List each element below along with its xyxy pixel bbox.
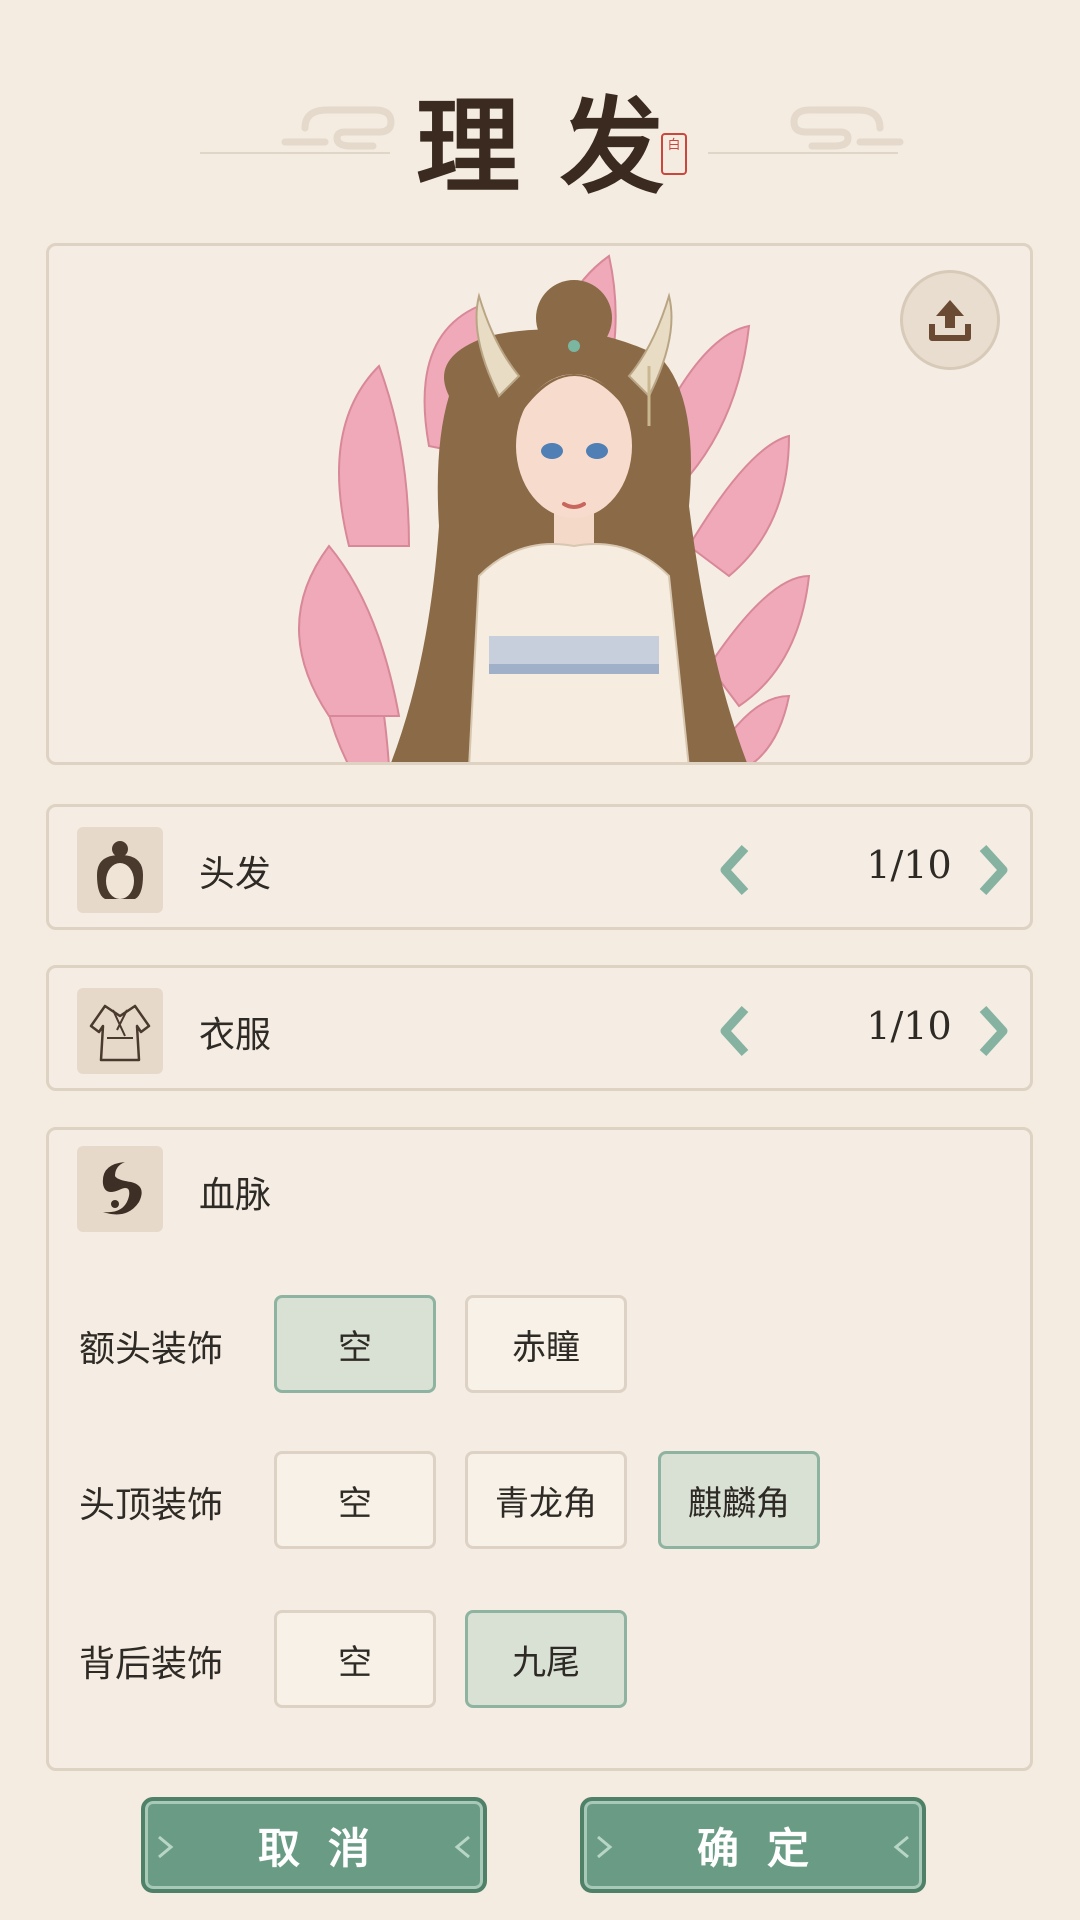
back-label: 背后装饰	[79, 1644, 224, 1685]
robe-icon	[77, 988, 163, 1074]
chevron-left-deco-icon	[454, 1835, 470, 1859]
forehead-option-red-eyes[interactable]: 赤瞳	[465, 1295, 627, 1393]
back-option-nine-tails[interactable]: 九尾	[465, 1610, 627, 1708]
character-preview	[46, 243, 1033, 765]
chevron-left-icon	[720, 1005, 749, 1057]
clothes-next-button[interactable]	[969, 996, 1019, 1066]
crown-label: 头顶装饰	[79, 1485, 224, 1526]
bloodline-panel: 血脉 额头装饰 空 赤瞳 头顶装饰 空 青龙角 麒麟角 背后装饰 空 九尾	[46, 1127, 1033, 1771]
forehead-option-none[interactable]: 空	[274, 1295, 436, 1393]
crown-option-none[interactable]: 空	[274, 1451, 436, 1549]
hair-selector-row: 头发 1/10	[46, 804, 1033, 930]
confirm-label: 确定	[696, 1823, 837, 1873]
cancel-button[interactable]: 取消	[141, 1797, 487, 1893]
chevron-right-icon	[979, 844, 1008, 896]
seal-stamp: 白	[661, 133, 687, 175]
chevron-left-icon	[720, 844, 749, 896]
clothes-selector-row: 衣服 1/10	[46, 965, 1033, 1091]
title-divider-left	[200, 152, 390, 154]
cloud-decoration-right	[790, 106, 904, 150]
chevron-right-icon	[979, 1005, 1008, 1057]
title-divider-right	[708, 152, 898, 154]
back-option-none[interactable]: 空	[274, 1610, 436, 1708]
chevron-left-deco-icon	[893, 1835, 909, 1859]
upload-icon	[929, 300, 971, 341]
hair-prev-button[interactable]	[709, 835, 759, 905]
bloodline-label: 血脉	[199, 1175, 272, 1216]
character-portrait	[298, 254, 811, 762]
hair-bun-icon	[77, 827, 163, 913]
confirm-button[interactable]: 确定	[580, 1797, 926, 1893]
chevron-right-deco-icon	[597, 1835, 613, 1859]
cloud-decoration-left	[281, 106, 395, 150]
clothes-label: 衣服	[199, 1015, 272, 1056]
crown-option-azure-dragon-horn[interactable]: 青龙角	[465, 1451, 627, 1549]
chevron-right-deco-icon	[158, 1835, 174, 1859]
forehead-label: 额头装饰	[79, 1329, 224, 1370]
hair-label: 头发	[199, 854, 272, 895]
clothes-prev-button[interactable]	[709, 996, 759, 1066]
crown-option-qilin-horn[interactable]: 麒麟角	[658, 1451, 820, 1549]
hair-next-button[interactable]	[969, 835, 1019, 905]
taiji-swirl-icon	[77, 1146, 163, 1232]
cancel-label: 取消	[257, 1823, 398, 1873]
upload-button[interactable]	[900, 270, 1000, 370]
